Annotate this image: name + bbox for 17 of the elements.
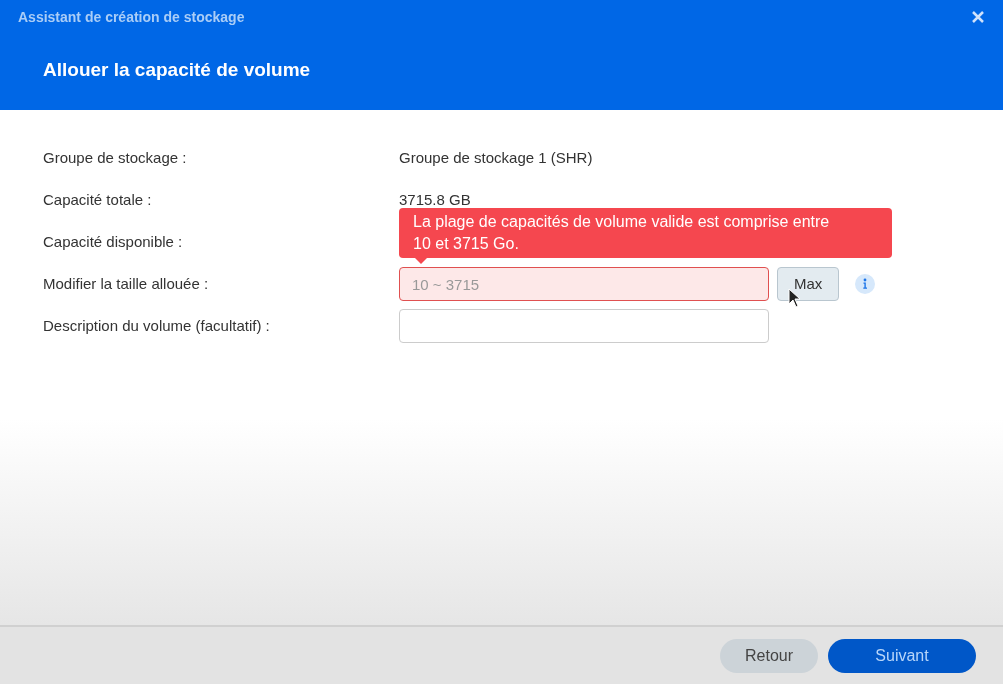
field-label: Capacité disponible : [43,231,184,252]
next-button[interactable]: Suivant [828,638,976,673]
mouse-cursor-icon [788,288,802,308]
window-title: Assistant de création de stockage [18,7,245,27]
tooltip-pointer-icon [415,258,427,264]
field-label: Modifier la taille allouée : [43,273,210,294]
field-value: Groupe de stockage 1 (SHR) [399,147,593,168]
field-label: Description du volume (facultatif) : [43,315,271,336]
size-input-field[interactable]: 10 ~ 3715 [399,267,769,301]
back-button[interactable]: Retour [720,638,818,673]
close-icon[interactable] [971,10,985,24]
field-value: 3715.8 GB [399,189,471,210]
info-icon[interactable] [855,274,876,294]
field-label: Groupe de stockage : [43,147,188,168]
description-input-field[interactable] [399,309,769,343]
field-label: Capacité totale : [43,189,153,210]
page-title: Allouer la capacité de volume [43,58,312,82]
